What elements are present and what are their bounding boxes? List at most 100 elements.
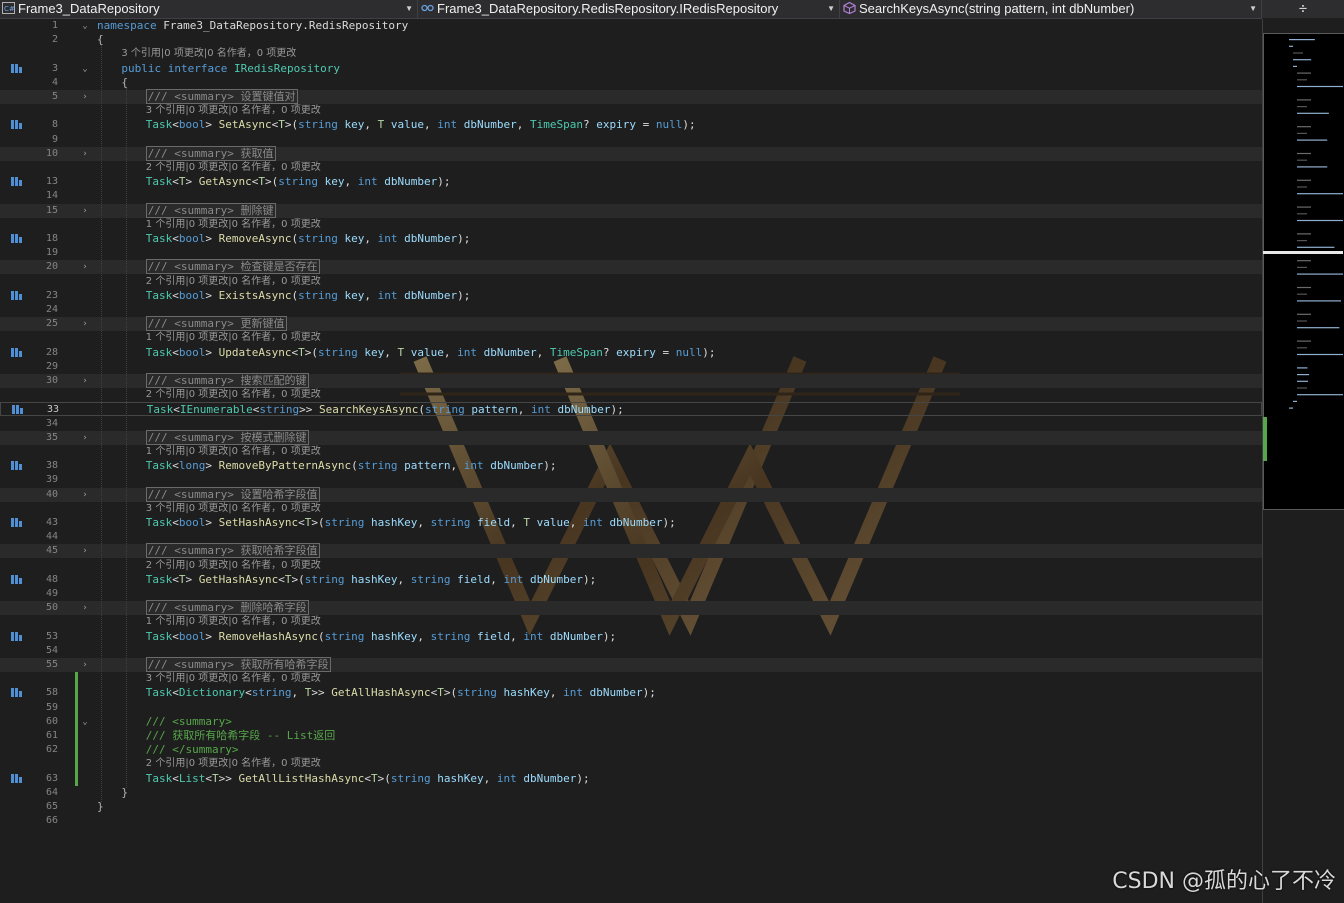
- expand-outline-icon[interactable]: ›: [80, 90, 90, 104]
- codelens-row[interactable]: 2 个引用|0 项更改|0 名作者，0 项更改: [0, 161, 1262, 175]
- codelens-info[interactable]: 2 个引用|0 项更改|0 名作者，0 项更改: [146, 559, 321, 573]
- collapsed-summary-text[interactable]: /// <summary> 检查键是否存在: [145, 259, 320, 275]
- code-line[interactable]: 20 › /// <summary> 检查键是否存在: [0, 259, 1262, 275]
- codelens-row[interactable]: 2 个引用|0 项更改|0 名作者，0 项更改: [0, 559, 1262, 573]
- code-text[interactable]: /// </summary>: [146, 743, 239, 757]
- codelens-info[interactable]: 3 个引用|0 项更改|0 名作者，0 项更改: [146, 104, 321, 118]
- code-line[interactable]: 35 › /// <summary> 按模式删除键: [0, 429, 1262, 445]
- code-line[interactable]: 58 Task<Dictionary<string, T>> GetAllHash…: [0, 686, 1262, 700]
- code-line[interactable]: 9: [0, 133, 1262, 147]
- code-line[interactable]: 15 › /// <summary> 删除键: [0, 202, 1262, 218]
- reference-margin-icon[interactable]: [11, 574, 25, 585]
- expand-outline-icon[interactable]: ›: [80, 374, 90, 388]
- code-text[interactable]: Task<Dictionary<string, T>> GetAllHashAs…: [146, 686, 656, 700]
- code-line[interactable]: 29: [0, 360, 1262, 374]
- collapsed-summary-text[interactable]: /// <summary> 获取所有哈希字段: [145, 657, 331, 672]
- code-text[interactable]: Task<bool> SetHashAsync<T>(string hashKe…: [146, 516, 676, 530]
- code-text[interactable]: {: [121, 76, 128, 90]
- codelens-info[interactable]: 3 个引用|0 项更改|0 名作者，0 项更改: [121, 47, 296, 61]
- collapsed-summary-text[interactable]: /// <summary> 获取哈希字段值: [145, 543, 320, 559]
- collapsed-summary-text[interactable]: /// <summary> 搜索匹配的键: [145, 373, 309, 388]
- code-line[interactable]: 24: [0, 303, 1262, 317]
- codelens-row[interactable]: 1 个引用|0 项更改|0 名作者，0 项更改: [0, 218, 1262, 232]
- collapsed-summary[interactable]: /// <summary> 更新键值: [145, 316, 287, 332]
- codelens-row[interactable]: 2 个引用|0 项更改|0 名作者，0 项更改: [0, 275, 1262, 289]
- reference-margin-icon[interactable]: [11, 461, 25, 471]
- collapsed-summary[interactable]: /// <summary> 设置哈希字段值: [145, 486, 320, 502]
- code-line[interactable]: 4{: [0, 76, 1262, 90]
- code-text[interactable]: Task<T> GetAsync<T>(string key, int dbNu…: [146, 175, 451, 189]
- codelens-row[interactable]: 3 个引用|0 项更改|0 名作者，0 项更改: [0, 672, 1262, 686]
- reference-margin-icon[interactable]: [12, 405, 26, 415]
- code-line[interactable]: 1 ⌄ namespace Frame3_DataRepository.RedisR…: [0, 19, 1262, 33]
- code-text[interactable]: Task<T> GetHashAsync<T>(string hashKey, …: [146, 573, 596, 587]
- reference-margin-icon[interactable]: [11, 177, 25, 187]
- collapsed-summary[interactable]: /// <summary> 检查键是否存在: [145, 259, 320, 275]
- collapsed-summary-text[interactable]: /// <summary> 设置哈希字段值: [145, 486, 320, 502]
- type-dropdown[interactable]: Frame3_DataRepository.RedisRepository.IR…: [419, 0, 840, 18]
- code-line[interactable]: 14: [0, 189, 1262, 203]
- code-line[interactable]: 23 Task<bool> ExistsAsync(string key, int…: [0, 289, 1262, 303]
- collapsed-summary[interactable]: /// <summary> 搜索匹配的键: [145, 373, 309, 388]
- code-line[interactable]: 13 Task<T> GetAsync<T>(string key, int db…: [0, 175, 1262, 189]
- code-line[interactable]: 3 ⌄ public interface IRedisRepository: [0, 62, 1262, 76]
- code-text[interactable]: Task<List<T>> GetAllListHashAsync<T>(str…: [146, 772, 590, 786]
- expand-outline-icon[interactable]: ›: [80, 317, 90, 331]
- code-line[interactable]: 48 Task<T> GetHashAsync<T>(string hashKey…: [0, 573, 1262, 587]
- code-line[interactable]: 40 › /// <summary> 设置哈希字段值: [0, 486, 1262, 502]
- code-line[interactable]: 55 › /// <summary> 获取所有哈希字段: [0, 657, 1262, 672]
- collapsed-summary[interactable]: /// <summary> 获取所有哈希字段: [145, 657, 331, 672]
- code-line[interactable]: 34: [0, 417, 1262, 431]
- collapsed-summary[interactable]: /// <summary> 设置键值对: [145, 89, 298, 104]
- reference-margin-icon[interactable]: [11, 234, 25, 244]
- codelens-row[interactable]: 3 个引用|0 项更改|0 名作者，0 项更改: [0, 104, 1262, 118]
- code-text[interactable]: Task<IEnumerable<string>> SearchKeysAsyn…: [147, 403, 624, 417]
- reference-margin-icon[interactable]: [11, 518, 25, 528]
- codelens-row[interactable]: 1 个引用|0 项更改|0 名作者，0 项更改: [0, 445, 1262, 459]
- collapse-outline-icon[interactable]: ⌄: [80, 19, 90, 33]
- codelens-info[interactable]: 1 个引用|0 项更改|0 名作者，0 项更改: [146, 331, 321, 345]
- code-line[interactable]: 54: [0, 644, 1262, 658]
- code-line[interactable]: 60 ⌄ /// <summary>: [0, 715, 1262, 729]
- expand-outline-icon[interactable]: ›: [80, 260, 90, 274]
- collapsed-summary[interactable]: /// <summary> 获取哈希字段值: [145, 543, 320, 559]
- codelens-row[interactable]: 1 个引用|0 项更改|0 名作者，0 项更改: [0, 331, 1262, 345]
- code-line[interactable]: 65}: [0, 800, 1262, 814]
- codelens-row[interactable]: 1 个引用|0 项更改|0 名作者，0 项更改: [0, 615, 1262, 629]
- code-line[interactable]: 39: [0, 473, 1262, 487]
- code-line[interactable]: 50 › /// <summary> 删除哈希字段: [0, 600, 1262, 616]
- codelens-info[interactable]: 2 个引用|0 项更改|0 名作者，0 项更改: [146, 388, 321, 402]
- codelens-info[interactable]: 1 个引用|0 项更改|0 名作者，0 项更改: [146, 445, 321, 459]
- collapse-outline-icon[interactable]: ⌄: [80, 62, 90, 76]
- codelens-info[interactable]: 1 个引用|0 项更改|0 名作者，0 项更改: [146, 615, 321, 629]
- code-text[interactable]: Task<bool> RemoveAsync(string key, int d…: [146, 232, 471, 246]
- reference-margin-icon[interactable]: [11, 63, 25, 74]
- codelens-row[interactable]: 2 个引用|0 项更改|0 名作者，0 项更改: [0, 757, 1262, 771]
- project-dropdown[interactable]: C# Frame3_DataRepository ▼: [0, 0, 418, 18]
- reference-margin-icon[interactable]: [11, 631, 25, 642]
- code-line[interactable]: 28 Task<bool> UpdateAsync<T>(string key, …: [0, 346, 1262, 360]
- code-line[interactable]: 5 › /// <summary> 设置键值对: [0, 89, 1262, 104]
- codelens-info[interactable]: 2 个引用|0 项更改|0 名作者，0 项更改: [146, 161, 321, 175]
- code-text[interactable]: /// 获取所有哈希字段 -- List返回: [146, 729, 335, 743]
- split-window-button[interactable]: ÷: [1262, 0, 1344, 18]
- expand-outline-icon[interactable]: ›: [80, 544, 90, 558]
- reference-margin-icon[interactable]: [11, 773, 25, 784]
- code-line[interactable]: 38 Task<long> RemoveByPatternAsync(string…: [0, 459, 1262, 473]
- code-line[interactable]: 61 /// 获取所有哈希字段 -- List返回: [0, 729, 1262, 743]
- reference-margin-icon[interactable]: [11, 347, 25, 358]
- code-line[interactable]: 63 Task<List<T>> GetAllListHashAsync<T>(s…: [0, 772, 1262, 786]
- collapse-outline-icon[interactable]: ⌄: [80, 715, 90, 729]
- code-text[interactable]: namespace Frame3_DataRepository.RedisRep…: [97, 19, 408, 33]
- collapsed-summary-text[interactable]: /// <summary> 删除哈希字段: [145, 600, 309, 616]
- code-line[interactable]: 64}: [0, 786, 1262, 800]
- code-text[interactable]: public interface IRedisRepository: [121, 62, 340, 76]
- code-line[interactable]: 53 Task<bool> RemoveHashAsync(string hash…: [0, 630, 1262, 644]
- code-line[interactable]: 66: [0, 814, 1262, 828]
- expand-outline-icon[interactable]: ›: [80, 601, 90, 615]
- code-line[interactable]: 19: [0, 246, 1262, 260]
- collapsed-summary[interactable]: /// <summary> 获取值: [145, 145, 276, 161]
- collapsed-summary-text[interactable]: /// <summary> 更新键值: [145, 316, 287, 332]
- expand-outline-icon[interactable]: ›: [80, 488, 90, 502]
- code-line[interactable]: 62 /// </summary>: [0, 743, 1262, 757]
